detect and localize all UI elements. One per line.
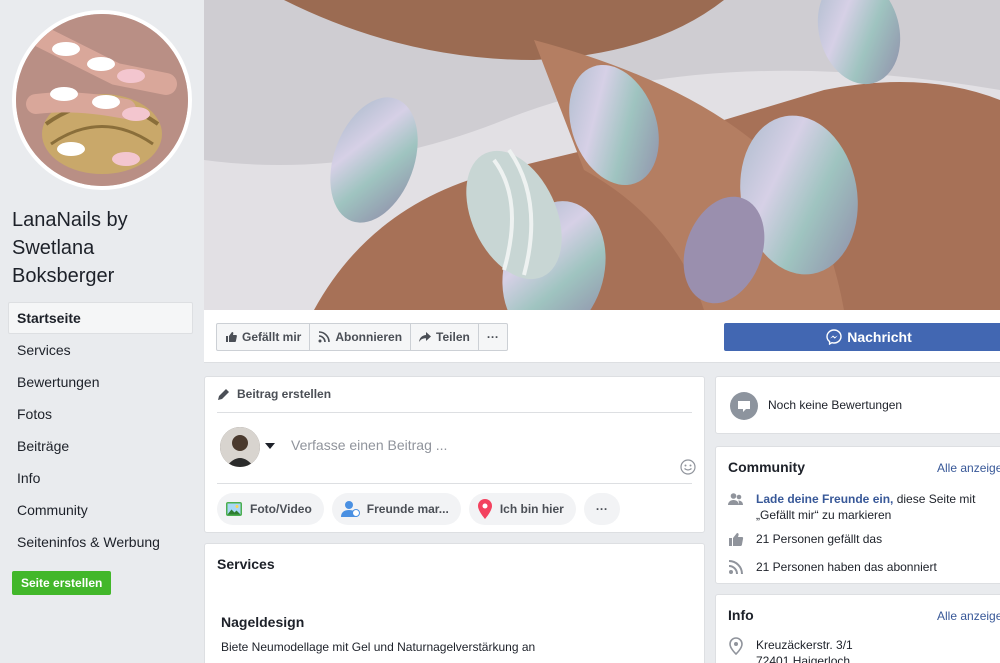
community-card: Community Alle anzeigen Lade deine Freun… (715, 446, 1000, 584)
service-name[interactable]: Nageldesign (221, 614, 304, 630)
map-pin-icon (729, 637, 743, 655)
reviews-status: Noch keine Bewertungen (768, 398, 903, 412)
services-card: Services Nageldesign Biete Neumodellage … (204, 543, 705, 663)
thumbs-up-icon (226, 332, 237, 342)
share-label: Teilen (436, 330, 470, 344)
more-actions-button[interactable]: ··· (477, 323, 508, 351)
info-see-all-link[interactable]: Alle anzeigen (937, 609, 1000, 623)
create-page-button[interactable]: Seite erstellen (12, 571, 112, 595)
like-button[interactable]: Gefällt mir (216, 323, 311, 351)
location-pin-icon (477, 499, 492, 519)
likes-row: 21 Personen gefällt das (728, 531, 1000, 547)
rss-icon (318, 331, 331, 343)
reviews-card: Noch keine Bewertungen (715, 376, 1000, 434)
share-button[interactable]: Teilen (410, 323, 479, 351)
create-post-title: Beitrag erstellen (237, 387, 332, 401)
nav-seiteninfos-werbung[interactable]: Seiteninfos & Werbung (8, 526, 193, 558)
address-street: Kreuzäckerstr. 3/1 (756, 638, 853, 652)
likes-count: 21 Personen gefällt das (756, 532, 883, 546)
voice-selector-caret-icon[interactable] (265, 443, 275, 449)
photo-icon (226, 502, 242, 516)
messenger-icon (826, 329, 842, 345)
nav-bewertungen[interactable]: Bewertungen (8, 366, 193, 398)
invite-friends-text: Lade deine Freunde ein, diese Seite mit … (756, 491, 1000, 523)
services-title: Services (217, 556, 275, 572)
page-name: LanaNails by Swetlana Boksberger (12, 209, 128, 287)
rss-icon (728, 560, 743, 575)
page-nav: Startseite Services Bewertungen Fotos Be… (8, 302, 193, 558)
follows-count: 21 Personen haben das abonniert (756, 560, 937, 574)
reviews-icon (730, 392, 758, 420)
community-see-all-link[interactable]: Alle anzeigen (937, 461, 1000, 475)
follow-button[interactable]: Abonnieren (309, 323, 412, 351)
tag-friends-button[interactable]: Freunde mar... (331, 493, 461, 525)
nav-beitraege[interactable]: Beiträge (8, 430, 193, 462)
left-sidebar: LanaNails by Swetlana Boksberger Startse… (0, 0, 204, 663)
user-avatar (220, 427, 260, 467)
tag-friends-label: Freunde mar... (366, 502, 449, 516)
page-action-buttons: Gefällt mir Abonnieren Teilen ··· (216, 323, 508, 351)
cover-photo-nails (204, 0, 1000, 310)
nav-community[interactable]: Community (8, 494, 193, 526)
user-avatar-photo (220, 427, 260, 467)
people-icon (728, 493, 743, 505)
photo-video-button[interactable]: Foto/Video (217, 493, 324, 525)
address-city: 72401 Haigerloch (756, 654, 851, 663)
message-label: Nachricht (847, 329, 912, 345)
info-title: Info (728, 607, 754, 623)
share-arrow-icon (419, 332, 432, 342)
like-label: Gefällt mir (242, 330, 302, 344)
check-in-button[interactable]: Ich bin hier (468, 493, 576, 525)
tag-friends-icon (340, 501, 360, 517)
follows-row: 21 Personen haben das abonniert (728, 559, 1000, 575)
speech-bubble-icon (738, 401, 750, 412)
nav-fotos[interactable]: Fotos (8, 398, 193, 430)
follow-label: Abonnieren (335, 330, 403, 344)
address[interactable]: Kreuzäckerstr. 3/1 72401 Haigerloch (756, 637, 853, 663)
invite-friends-link[interactable]: Lade deine Freunde ein, (756, 492, 893, 506)
thumbs-up-icon (729, 533, 744, 546)
community-title: Community (728, 459, 805, 475)
composer-options: Foto/Video Freunde mar... Ich bin hier ·… (217, 493, 620, 525)
more-dots-icon: ··· (595, 502, 608, 516)
photo-video-label: Foto/Video (250, 502, 312, 516)
nav-startseite[interactable]: Startseite (8, 302, 193, 334)
pencil-icon (218, 388, 230, 400)
emoji-icon[interactable] (680, 459, 696, 475)
profile-photo-nails (16, 14, 188, 186)
invite-friends-row: Lade deine Freunde ein, diese Seite mit … (728, 491, 1000, 523)
create-post-card: Beitrag erstellen Verfasse einen Beitrag… (204, 376, 705, 533)
profile-picture[interactable] (12, 10, 192, 190)
info-card: Info Alle anzeigen Kreuzäckerstr. 3/1 72… (715, 594, 1000, 663)
service-description: Biete Neumodellage mit Gel und Naturnage… (221, 640, 536, 654)
nav-info[interactable]: Info (8, 462, 193, 494)
post-input[interactable]: Verfasse einen Beitrag ... (291, 437, 447, 453)
check-in-label: Ich bin hier (499, 502, 564, 516)
create-post-header[interactable]: Beitrag erstellen (217, 387, 692, 413)
nav-services[interactable]: Services (8, 334, 193, 366)
page-action-bar: Gefällt mir Abonnieren Teilen ··· Nachri… (204, 310, 1000, 363)
message-button[interactable]: Nachricht (724, 323, 1000, 351)
composer-divider (217, 483, 692, 484)
more-options-button[interactable]: ··· (583, 493, 620, 525)
more-dots-icon: ··· (486, 330, 499, 344)
cover-photo[interactable] (204, 0, 1000, 310)
